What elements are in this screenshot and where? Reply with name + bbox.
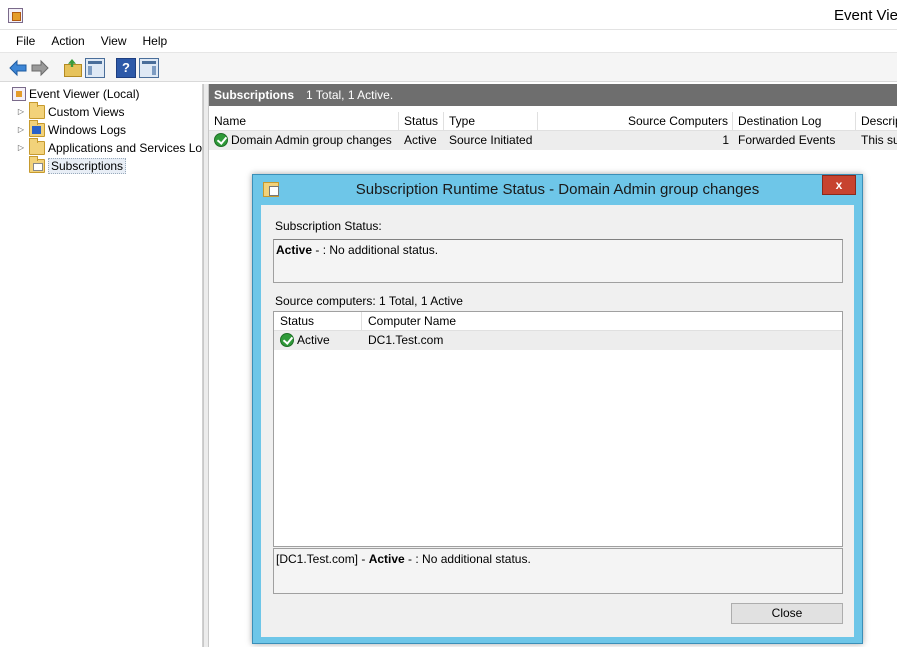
tree-item-windows-logs[interactable]: ▷ Windows Logs bbox=[16, 120, 127, 139]
menu-file[interactable]: File bbox=[8, 30, 43, 52]
computer-detail-box[interactable]: [DC1.Test.com] - Active - : No additiona… bbox=[273, 548, 843, 594]
tree-item-label: Custom Views bbox=[48, 105, 125, 119]
column-header-type[interactable]: Type bbox=[444, 112, 538, 131]
column-header-source-computers[interactable]: Source Computers bbox=[538, 112, 733, 131]
tree-item-subscriptions[interactable]: Subscriptions bbox=[29, 156, 127, 175]
event-viewer-app-icon[interactable] bbox=[8, 8, 23, 23]
up-folder-icon[interactable] bbox=[62, 58, 82, 78]
subscription-description: This su bbox=[861, 133, 897, 147]
tree-item-custom-views[interactable]: ▷ Custom Views bbox=[16, 102, 125, 121]
show-hide-action-pane-icon[interactable] bbox=[139, 58, 159, 78]
subscription-name: Domain Admin group changes bbox=[231, 133, 392, 147]
runtime-status-dialog: Subscription Runtime Status - Domain Adm… bbox=[252, 174, 863, 644]
subscriptions-folder-icon bbox=[29, 156, 45, 173]
back-arrow-icon[interactable] bbox=[8, 58, 28, 78]
subscription-name-cell: Domain Admin group changes bbox=[214, 131, 399, 150]
dialog-title-bar[interactable]: Subscription Runtime Status - Domain Adm… bbox=[253, 175, 862, 205]
computer-status: Active bbox=[297, 333, 330, 347]
detail-status: Active bbox=[368, 552, 405, 566]
show-hide-console-tree-icon[interactable] bbox=[85, 58, 105, 78]
expand-arrow-icon[interactable]: ▷ bbox=[16, 107, 26, 117]
tree-item-event-viewer-local[interactable]: Event Viewer (Local) bbox=[12, 85, 140, 103]
detail-message: - : No additional status. bbox=[404, 552, 531, 566]
tree-item-label: Applications and Services Lo bbox=[48, 141, 203, 155]
tree-item-label: Subscriptions bbox=[48, 158, 127, 174]
title-bar: Event Viewer bbox=[0, 0, 897, 30]
column-header-description[interactable]: Descrip bbox=[856, 112, 897, 131]
console-tree: Event Viewer (Local) ▷ Custom Views ▷ Wi… bbox=[6, 84, 203, 647]
column-header-computer-name[interactable]: Computer Name bbox=[362, 312, 842, 331]
pane-title: Subscriptions bbox=[214, 88, 295, 102]
windows-logs-folder-icon bbox=[29, 120, 45, 137]
dialog-body: Subscription Status: Active - : No addit… bbox=[261, 205, 854, 637]
grid-header: Status Computer Name bbox=[274, 312, 842, 331]
column-header-name[interactable]: Name bbox=[209, 112, 399, 131]
active-check-icon bbox=[280, 333, 294, 347]
tree-item-label: Event Viewer (Local) bbox=[29, 87, 140, 101]
help-icon[interactable]: ? bbox=[116, 58, 136, 78]
list-header: Name Status Type Source Computers Destin… bbox=[209, 112, 897, 131]
active-check-icon bbox=[214, 133, 228, 147]
menu-action[interactable]: Action bbox=[43, 30, 92, 52]
close-icon[interactable]: x bbox=[822, 175, 856, 195]
source-computers-grid: Status Computer Name Active DC1.Test.com bbox=[273, 311, 843, 547]
status-message: - : No additional status. bbox=[312, 243, 439, 257]
menu-help[interactable]: Help bbox=[135, 30, 176, 52]
table-row[interactable]: Domain Admin group changes Active Source… bbox=[209, 131, 897, 150]
expand-arrow-icon[interactable]: ▷ bbox=[16, 143, 26, 153]
folder-icon bbox=[29, 138, 45, 155]
column-header-status[interactable]: Status bbox=[399, 112, 444, 131]
event-viewer-icon bbox=[12, 87, 26, 101]
close-button[interactable]: Close bbox=[731, 603, 843, 624]
computer-name: DC1.Test.com bbox=[368, 333, 444, 347]
forward-arrow-icon[interactable] bbox=[30, 58, 50, 78]
tree-item-applications-services[interactable]: ▷ Applications and Services Lo bbox=[16, 138, 203, 157]
subscription-source-computers: 1 bbox=[722, 133, 729, 147]
column-header-status[interactable]: Status bbox=[274, 312, 362, 331]
status-value: Active bbox=[276, 243, 313, 257]
menu-view[interactable]: View bbox=[93, 30, 135, 52]
pane-summary: 1 Total, 1 Active. bbox=[306, 88, 394, 102]
subscription-status-label: Subscription Status: bbox=[275, 219, 382, 233]
subscription-destination-log: Forwarded Events bbox=[738, 133, 836, 147]
computer-status-cell: Active bbox=[280, 331, 330, 350]
pane-header: Subscriptions 1 Total, 1 Active. bbox=[209, 84, 897, 106]
window-title: Event Viewer bbox=[834, 7, 897, 24]
tree-item-label: Windows Logs bbox=[48, 123, 127, 137]
menu-bar: File Action View Help bbox=[0, 30, 897, 52]
detail-prefix: [DC1.Test.com] - bbox=[276, 552, 369, 566]
table-row[interactable]: Active DC1.Test.com bbox=[274, 331, 842, 350]
subscription-status-box[interactable]: Active - : No additional status. bbox=[273, 239, 843, 283]
folder-icon bbox=[29, 102, 45, 119]
source-computers-label: Source computers: 1 Total, 1 Active bbox=[275, 294, 463, 308]
expand-arrow-icon[interactable]: ▷ bbox=[16, 125, 26, 135]
subscription-type: Source Initiated bbox=[449, 133, 533, 147]
dialog-title: Subscription Runtime Status - Domain Adm… bbox=[355, 181, 760, 198]
subscription-status: Active bbox=[404, 133, 437, 147]
column-header-destination-log[interactable]: Destination Log bbox=[733, 112, 856, 131]
toolbar: ? bbox=[0, 52, 897, 82]
